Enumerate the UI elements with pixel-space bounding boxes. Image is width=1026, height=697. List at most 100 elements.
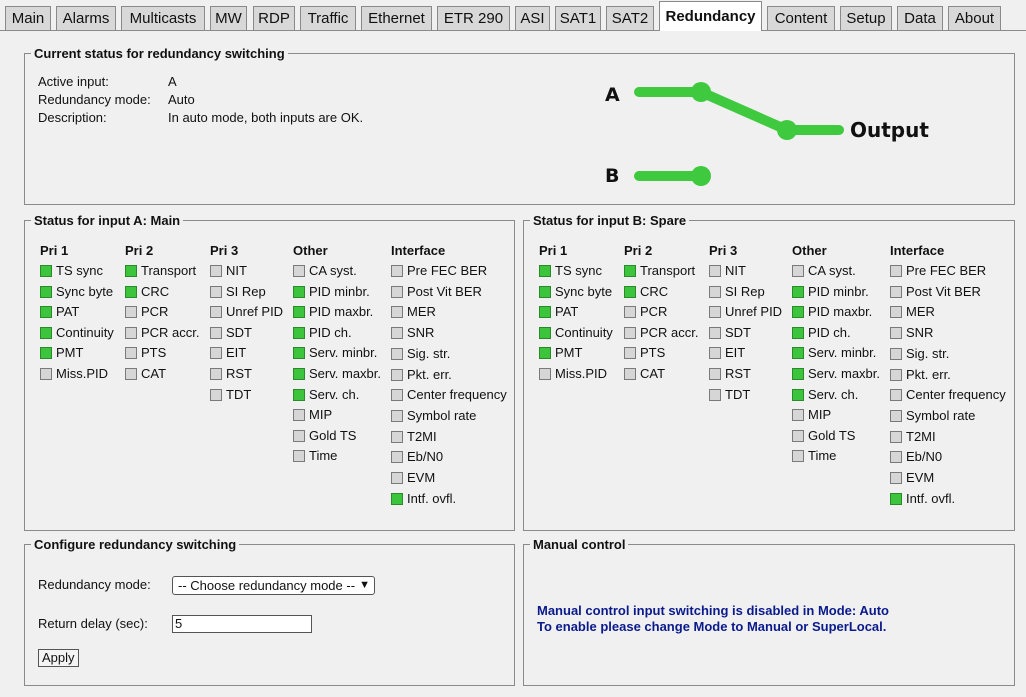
status-inactive-square [709, 347, 721, 359]
tab-content[interactable]: Content [767, 6, 835, 30]
status-inactive-square [709, 327, 721, 339]
status-inactive-square [293, 265, 305, 277]
tab-sat1[interactable]: SAT1 [555, 6, 601, 30]
status-ok-square [792, 389, 804, 401]
status-indicator-label: Sig. str. [906, 346, 950, 361]
active-input-value: A [168, 74, 177, 89]
status-indicator-label: MER [906, 304, 935, 319]
status-indicator-label: T2MI [407, 429, 437, 444]
input-b-title: Status for input B: Spare [530, 213, 690, 228]
status-inactive-square [792, 430, 804, 442]
diagram-node-output [777, 120, 797, 140]
status-inactive-square [391, 348, 403, 360]
input-a-title: Status for input A: Main [31, 213, 184, 228]
status-indicator-label: SNR [407, 325, 435, 340]
status-inactive-square [210, 389, 222, 401]
status-indicator-label: Pre FEC BER [906, 263, 987, 278]
diagram-input-a-label: A [605, 84, 620, 106]
status-indicator-label: MIP [309, 407, 333, 422]
status-ok-square [40, 327, 52, 339]
status-inactive-square [890, 369, 902, 381]
status-indicator-label: MIP [808, 407, 832, 422]
status-indicator-label: Serv. ch. [808, 387, 859, 402]
tab-ethernet[interactable]: Ethernet [361, 6, 432, 30]
config-mode-label: Redundancy mode: [38, 577, 151, 592]
status-inactive-square [890, 348, 902, 360]
status-inactive-square [125, 347, 137, 359]
tab-multicasts[interactable]: Multicasts [121, 6, 205, 30]
status-inactive-square [391, 451, 403, 463]
tab-about[interactable]: About [948, 6, 1001, 30]
status-indicator-label: Transport [141, 263, 197, 278]
status-indicator-label: RST [226, 366, 252, 381]
tab-traffic[interactable]: Traffic [300, 6, 356, 30]
status-ok-square [125, 286, 137, 298]
status-indicator-label: CA syst. [309, 263, 357, 278]
tab-rdp[interactable]: RDP [253, 6, 295, 30]
status-indicator-label: TS sync [555, 263, 602, 278]
tab-setup[interactable]: Setup [840, 6, 892, 30]
status-inactive-square [210, 368, 222, 380]
status-inactive-square [293, 409, 305, 421]
tab-etr290[interactable]: ETR 290 [437, 6, 510, 30]
tab-asi[interactable]: ASI [515, 6, 550, 30]
status-indicator-label: EVM [407, 470, 436, 485]
tab-data[interactable]: Data [897, 6, 943, 30]
status-indicator-label: Pkt. err. [407, 367, 452, 382]
tab-main[interactable]: Main [5, 6, 51, 30]
apply-button[interactable]: Apply [38, 649, 79, 667]
status-inactive-square [210, 306, 222, 318]
status-indicator-label: PID ch. [309, 325, 352, 340]
status-ok-square [293, 389, 305, 401]
status-inactive-square [792, 409, 804, 421]
status-indicator-label: PCR accr. [640, 325, 699, 340]
status-inactive-square [624, 327, 636, 339]
status-indicator-label: Symbol rate [906, 408, 976, 423]
status-indicator-label: CA syst. [808, 263, 856, 278]
status-indicator-label: SI Rep [226, 284, 266, 299]
return-delay-input[interactable]: 5 [172, 615, 312, 633]
status-inactive-square [890, 451, 902, 463]
tab-redundancy[interactable]: Redundancy [659, 1, 762, 31]
status-inactive-square [890, 286, 902, 298]
status-indicator-label: PID ch. [808, 325, 851, 340]
status-inactive-square [792, 265, 804, 277]
status-indicator-label: Eb/N0 [906, 449, 943, 464]
redundancy-mode-select[interactable]: -- Choose redundancy mode -- ▼ [172, 576, 375, 595]
status-indicator-label: PID maxbr. [309, 304, 374, 319]
status-ok-square [293, 368, 305, 380]
status-indicator-label: Continuity [56, 325, 114, 340]
tab-bar-line [0, 30, 1026, 31]
status-indicator-label: Pre FEC BER [407, 263, 488, 278]
status-ok-square [792, 306, 804, 318]
current-status-panel: Current status for redundancy switching … [24, 46, 1015, 205]
tab-alarms[interactable]: Alarms [56, 6, 116, 30]
status-indicator-label: Center frequency [407, 387, 507, 402]
status-indicator-label: SNR [906, 325, 934, 340]
status-indicator-label: Serv. maxbr. [309, 366, 382, 381]
status-indicator-label: PID minbr. [309, 284, 370, 299]
status-inactive-square [890, 265, 902, 277]
tab-sat2[interactable]: SAT2 [606, 6, 654, 30]
status-ok-square [539, 347, 551, 359]
tab-bar: Main Alarms Multicasts MW RDP Traffic Et… [0, 0, 1026, 31]
status-ok-square [293, 306, 305, 318]
status-indicator-label: Sync byte [555, 284, 613, 299]
redundancy-mode-select-value: -- Choose redundancy mode -- [178, 578, 356, 593]
status-indicator-label: SDT [226, 325, 252, 340]
status-indicator-label: PMT [56, 345, 84, 360]
status-inactive-square [890, 431, 902, 443]
status-inactive-square [539, 368, 551, 380]
column-header-interface: Interface [890, 243, 945, 258]
status-ok-square [293, 286, 305, 298]
status-indicator-label: T2MI [906, 429, 936, 444]
status-indicator-label: PTS [640, 345, 666, 360]
description-label: Description: [38, 110, 107, 125]
status-indicator-label: Serv. maxbr. [808, 366, 881, 381]
tab-mw[interactable]: MW [210, 6, 247, 30]
status-inactive-square [624, 347, 636, 359]
status-indicator-label: Gold TS [808, 428, 856, 443]
status-indicator-label: Miss.PID [56, 366, 108, 381]
status-inactive-square [125, 368, 137, 380]
status-indicator-label: Center frequency [906, 387, 1006, 402]
